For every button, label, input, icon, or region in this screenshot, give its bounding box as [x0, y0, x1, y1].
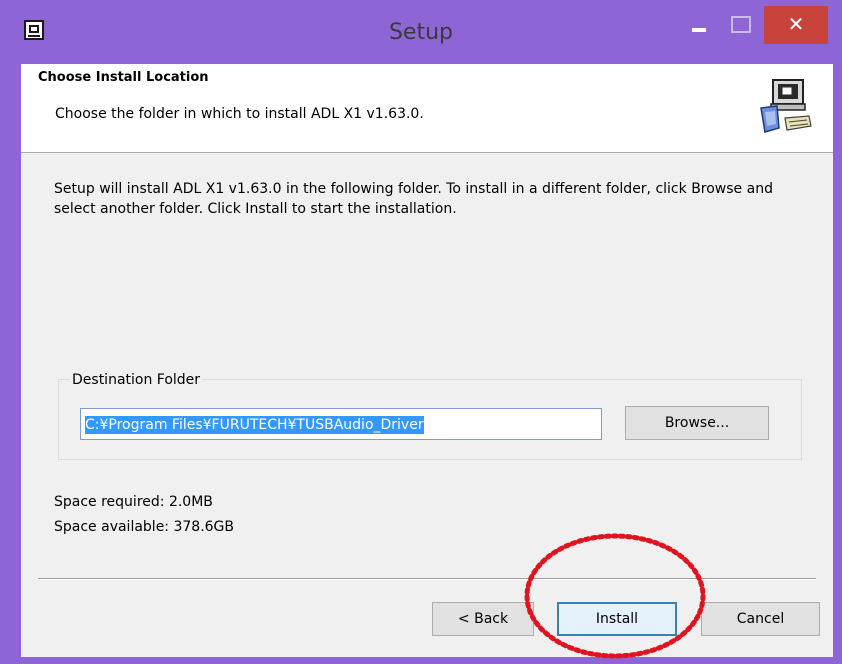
- space-info: Space required: 2.0MB Space available: 3…: [54, 490, 234, 540]
- title-bar[interactable]: Setup ✕: [0, 0, 842, 64]
- window-title: Setup: [388, 20, 454, 45]
- cancel-button[interactable]: Cancel: [701, 602, 820, 636]
- destination-folder-label: Destination Folder: [70, 372, 203, 388]
- install-description: Setup will install ADL X1 v1.63.0 in the…: [54, 181, 773, 217]
- destination-path-input[interactable]: C:¥Program Files¥FURUTECH¥TUSBAudio_Driv…: [80, 408, 602, 440]
- minimize-button[interactable]: [692, 28, 706, 32]
- highlight-annotation-circle: [524, 533, 706, 659]
- maximize-button[interactable]: [731, 16, 751, 33]
- close-button[interactable]: ✕: [764, 6, 828, 44]
- dialog-client-area: Choose Install Location Choose the folde…: [21, 64, 833, 659]
- page-header: Choose Install Location Choose the folde…: [21, 64, 833, 153]
- space-available-text: Space available: 378.6GB: [54, 519, 235, 535]
- browse-button[interactable]: Browse...: [625, 406, 769, 440]
- setup-window: Setup ✕ Choose Install Location Choose t…: [0, 0, 842, 664]
- page-title: Choose Install Location: [38, 70, 209, 85]
- page-subtitle: Choose the folder in which to install AD…: [55, 106, 424, 122]
- destination-path-value: C:¥Program Files¥FURUTECH¥TUSBAudio_Driv…: [85, 416, 424, 434]
- close-icon: ✕: [787, 12, 805, 36]
- space-required-text: Space required: 2.0MB: [54, 494, 213, 510]
- installer-computer-icon: [760, 79, 812, 133]
